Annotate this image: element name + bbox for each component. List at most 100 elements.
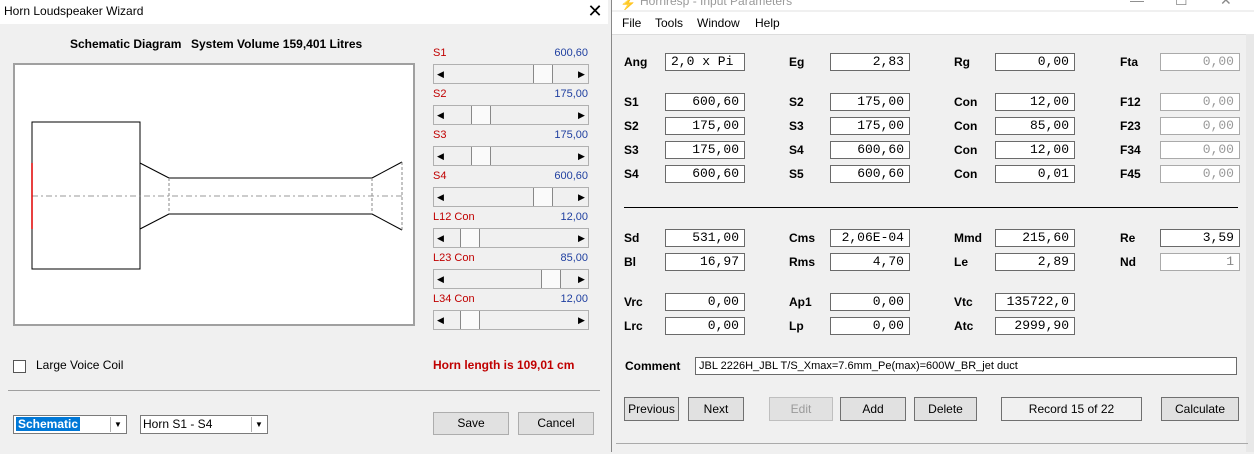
param-field[interactable]: 16,97 bbox=[665, 253, 745, 271]
delete-button[interactable]: Delete bbox=[914, 397, 977, 421]
param-field[interactable]: 0,00 bbox=[1160, 117, 1240, 135]
arrow-left-icon[interactable]: ◀ bbox=[434, 270, 447, 288]
previous-button[interactable]: Previous bbox=[624, 397, 679, 421]
calculate-button[interactable]: Calculate bbox=[1161, 397, 1239, 421]
slider-thumb[interactable] bbox=[533, 188, 553, 206]
slider-thumb[interactable] bbox=[541, 270, 561, 288]
param-field[interactable]: 215,60 bbox=[995, 229, 1075, 247]
arrow-right-icon[interactable]: ▶ bbox=[575, 65, 588, 83]
menu-tools[interactable]: Tools bbox=[655, 16, 683, 30]
comment-field[interactable]: JBL 2226H_JBL T/S_Xmax=7.6mm_Pe(max)=600… bbox=[695, 357, 1237, 375]
param-field[interactable]: 0,00 bbox=[1160, 93, 1240, 111]
param-field[interactable]: 0,00 bbox=[830, 317, 910, 335]
param-field[interactable]: 600,60 bbox=[665, 93, 745, 111]
param-field[interactable]: 0,00 bbox=[830, 293, 910, 311]
param-label: Bl bbox=[624, 255, 636, 269]
param-field[interactable]: 2,83 bbox=[830, 53, 910, 71]
cancel-button[interactable]: Cancel bbox=[518, 412, 594, 435]
slider-thumb[interactable] bbox=[471, 106, 491, 124]
close-icon[interactable]: ✕ bbox=[1220, 0, 1232, 9]
param-label: Re bbox=[1120, 231, 1136, 245]
large-voice-coil-checkbox[interactable] bbox=[13, 360, 26, 373]
param-field[interactable]: 12,00 bbox=[995, 93, 1075, 111]
param-field[interactable]: 0,00 bbox=[1160, 165, 1240, 183]
param-label: S4 bbox=[624, 167, 639, 181]
slider-label: S3 bbox=[433, 129, 447, 141]
minimize-icon[interactable]: — bbox=[1130, 0, 1144, 8]
param-field[interactable]: 2999,90 bbox=[995, 317, 1075, 335]
menu-help[interactable]: Help bbox=[755, 16, 780, 30]
arrow-left-icon[interactable]: ◀ bbox=[434, 229, 447, 247]
param-label: S4 bbox=[789, 143, 804, 157]
arrow-left-icon[interactable]: ◀ bbox=[434, 188, 447, 206]
param-field[interactable]: 135722,0 bbox=[995, 293, 1075, 311]
save-button[interactable]: Save bbox=[433, 412, 509, 435]
param-label: Fta bbox=[1120, 55, 1138, 69]
param-field[interactable]: 2,0 x Pi bbox=[665, 53, 745, 71]
param-field[interactable]: 0,00 bbox=[995, 53, 1075, 71]
param-field[interactable]: 175,00 bbox=[830, 117, 910, 135]
hornresp-title-bar: ⚡ Hornresp - Input Parameters — ☐ ✕ bbox=[612, 0, 1254, 10]
slider-thumb[interactable] bbox=[460, 311, 480, 329]
param-field[interactable]: 600,60 bbox=[830, 141, 910, 159]
slider-track[interactable]: ◀ ▶ bbox=[433, 269, 589, 289]
next-button[interactable]: Next bbox=[688, 397, 744, 421]
arrow-left-icon[interactable]: ◀ bbox=[434, 147, 447, 165]
param-label: Eg bbox=[789, 55, 805, 69]
param-field[interactable]: 0,00 bbox=[665, 293, 745, 311]
param-field[interactable]: 1 bbox=[1160, 253, 1240, 271]
system-volume: System Volume 159,401 Litres bbox=[191, 37, 363, 51]
param-field[interactable]: 4,70 bbox=[830, 253, 910, 271]
arrow-right-icon[interactable]: ▶ bbox=[575, 147, 588, 165]
arrow-left-icon[interactable]: ◀ bbox=[434, 311, 447, 329]
close-icon[interactable]: ✕ bbox=[585, 1, 605, 22]
arrow-right-icon[interactable]: ▶ bbox=[575, 229, 588, 247]
horn-length-text: Horn length is 109,01 cm bbox=[433, 358, 575, 372]
param-field[interactable]: 2,89 bbox=[995, 253, 1075, 271]
add-button[interactable]: Add bbox=[840, 397, 906, 421]
slider-track[interactable]: ◀ ▶ bbox=[433, 310, 589, 330]
param-field[interactable]: 531,00 bbox=[665, 229, 745, 247]
slider-thumb[interactable] bbox=[533, 65, 553, 83]
divider bbox=[8, 390, 600, 391]
arrow-left-icon[interactable]: ◀ bbox=[434, 65, 447, 83]
view-select[interactable]: Schematic ▼ bbox=[13, 415, 127, 434]
slider-track[interactable]: ◀ ▶ bbox=[433, 187, 589, 207]
slider-track[interactable]: ◀ ▶ bbox=[433, 105, 589, 125]
maximize-icon[interactable]: ☐ bbox=[1175, 0, 1188, 9]
param-field[interactable]: 175,00 bbox=[665, 141, 745, 159]
menu-file[interactable]: File bbox=[622, 16, 641, 30]
param-field[interactable]: 600,60 bbox=[665, 165, 745, 183]
param-field[interactable]: 175,00 bbox=[665, 117, 745, 135]
slider-track[interactable]: ◀ ▶ bbox=[433, 228, 589, 248]
horn-select[interactable]: Horn S1 - S4 ▼ bbox=[140, 415, 268, 434]
slider-label: S4 bbox=[433, 170, 447, 182]
arrow-right-icon[interactable]: ▶ bbox=[575, 270, 588, 288]
param-label: Vtc bbox=[954, 295, 973, 309]
param-field[interactable]: 0,01 bbox=[995, 165, 1075, 183]
param-label: S3 bbox=[789, 119, 804, 133]
arrow-right-icon[interactable]: ▶ bbox=[575, 106, 588, 124]
param-field[interactable]: 12,00 bbox=[995, 141, 1075, 159]
arrow-left-icon[interactable]: ◀ bbox=[434, 106, 447, 124]
param-field[interactable]: 0,00 bbox=[665, 317, 745, 335]
param-field[interactable]: 3,59 bbox=[1160, 229, 1240, 247]
param-field[interactable]: 2,06E-04 bbox=[830, 229, 910, 247]
param-field[interactable]: 0,00 bbox=[1160, 53, 1240, 71]
param-field[interactable]: 85,00 bbox=[995, 117, 1075, 135]
arrow-right-icon[interactable]: ▶ bbox=[575, 311, 588, 329]
arrow-right-icon[interactable]: ▶ bbox=[575, 188, 588, 206]
param-field[interactable]: 600,60 bbox=[830, 165, 910, 183]
slider-track[interactable]: ◀ ▶ bbox=[433, 146, 589, 166]
slider-thumb[interactable] bbox=[471, 147, 491, 165]
menu-window[interactable]: Window bbox=[697, 16, 740, 30]
slider-value: 175,00 bbox=[554, 129, 588, 141]
hornresp-app-icon: ⚡ bbox=[620, 0, 637, 10]
slider-thumb[interactable] bbox=[460, 229, 480, 247]
slider-track[interactable]: ◀ ▶ bbox=[433, 64, 589, 84]
edit-button[interactable]: Edit bbox=[769, 397, 833, 421]
param-field[interactable]: 0,00 bbox=[1160, 141, 1240, 159]
vertical-scrollbar[interactable] bbox=[1246, 34, 1254, 452]
slider-label: L23 Con bbox=[433, 252, 475, 264]
param-field[interactable]: 175,00 bbox=[830, 93, 910, 111]
